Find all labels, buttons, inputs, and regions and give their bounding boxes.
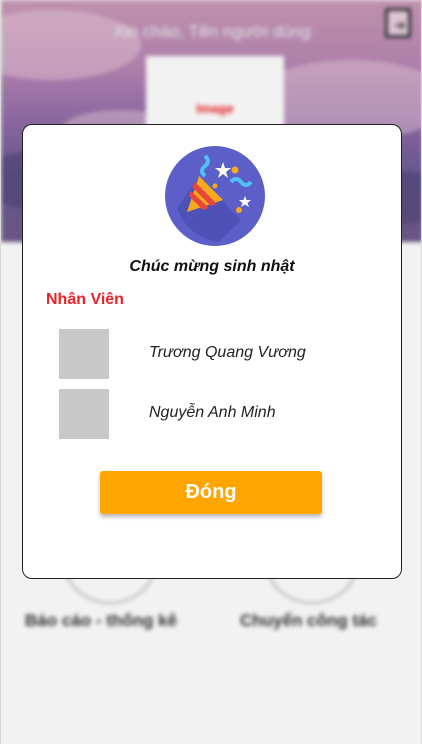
employee-row: Trương Quang Vương — [59, 329, 389, 379]
app-screen: Xin chào, Tên người dùng ➜ Image Báo cáo… — [0, 0, 422, 744]
close-button[interactable]: Đóng — [100, 471, 322, 514]
birthday-dialog: Chúc mừng sinh nhật Nhân Viên Trương Qua… — [22, 124, 402, 579]
employee-name: Trương Quang Vương — [149, 344, 306, 361]
employee-section-label: Nhân Viên — [46, 291, 124, 308]
avatar — [59, 389, 109, 439]
employee-name: Nguyễn Anh Minh — [149, 404, 276, 421]
dialog-title: Chúc mừng sinh nhật — [129, 258, 295, 275]
party-popper-icon — [165, 146, 265, 246]
avatar — [59, 329, 109, 379]
employee-row: Nguyễn Anh Minh — [59, 389, 389, 439]
